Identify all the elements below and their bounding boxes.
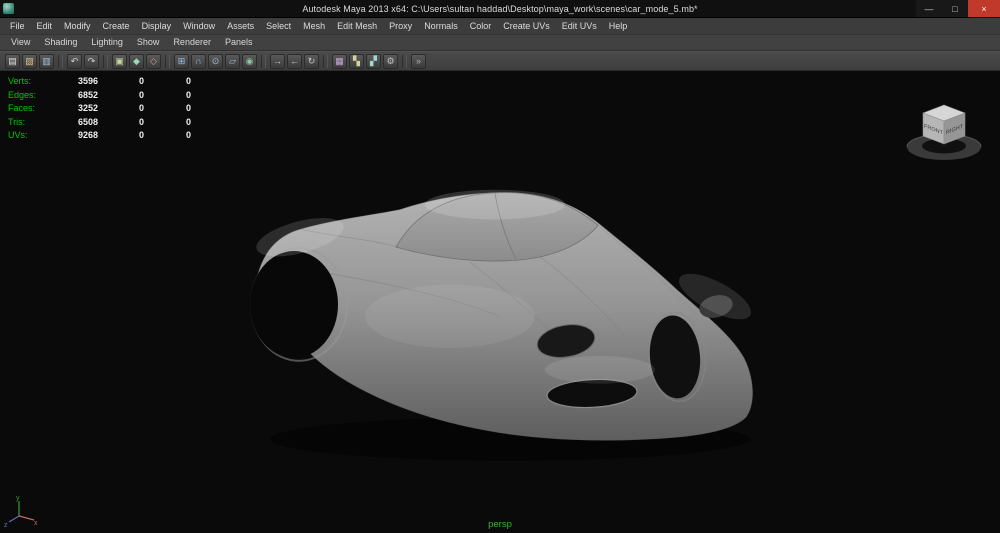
axis-x-label: x (34, 520, 38, 527)
hud-label-faces: Faces: (8, 102, 72, 116)
axis-y-label: y (16, 495, 20, 502)
menu-help[interactable]: Help (603, 18, 634, 34)
menu-select[interactable]: Select (260, 18, 297, 34)
hud-value: 0 (144, 129, 191, 143)
view-cube[interactable]: FRONT RIGHT (898, 89, 990, 171)
open-scene-icon[interactable]: ▨ (22, 54, 37, 69)
hud-value: 0 (144, 116, 191, 130)
minimize-button[interactable]: — (916, 0, 942, 17)
menu-assets[interactable]: Assets (221, 18, 260, 34)
axis-gizmo: y x z (4, 493, 40, 529)
open-render-view-icon[interactable]: ▦ (332, 54, 347, 69)
hud-label-tris: Tris: (8, 116, 72, 130)
rear-wheel-arch (250, 251, 338, 358)
hud-value: 0 (98, 129, 144, 143)
hud-value: 0 (144, 89, 191, 103)
axis-z-line (9, 516, 19, 522)
camera-label: persp (488, 519, 512, 530)
output-connections-icon[interactable]: ← (287, 54, 302, 69)
hud-value: 9268 (72, 129, 98, 143)
hud-value: 3252 (72, 102, 98, 116)
toolbar-separator (261, 55, 266, 68)
hud-value: 6852 (72, 89, 98, 103)
undo-icon[interactable]: ↶ (67, 54, 82, 69)
render-settings-icon[interactable]: ⚙ (383, 54, 398, 69)
hud-value: 0 (98, 89, 144, 103)
ipr-render-icon[interactable]: ▞ (366, 54, 381, 69)
hud-row-uvs: UVs: 9268 0 0 (8, 129, 191, 143)
toolbar-separator (103, 55, 108, 68)
hud-value: 0 (144, 75, 191, 89)
hud-label-verts: Verts: (8, 75, 72, 89)
panel-menu-shading[interactable]: Shading (37, 35, 84, 50)
hud-value: 0 (144, 102, 191, 116)
panel-menu-bar: ViewShadingLightingShowRendererPanels (0, 35, 1000, 51)
panel-menu-show[interactable]: Show (130, 35, 167, 50)
bumper-highlight (545, 356, 655, 384)
menu-file[interactable]: File (4, 18, 31, 34)
hud-value: 0 (98, 75, 144, 89)
hud-row-edges: Edges: 6852 0 0 (8, 89, 191, 103)
hud-row-faces: Faces: 3252 0 0 (8, 102, 191, 116)
maya-logo-icon (3, 3, 14, 14)
menu-edit-uvs[interactable]: Edit UVs (556, 18, 603, 34)
share-icon[interactable]: » (411, 54, 426, 69)
select-by-hierarchy-icon[interactable]: ▣ (112, 54, 127, 69)
render-current-frame-icon[interactable]: ▚ (349, 54, 364, 69)
window-title: Autodesk Maya 2013 x64: C:\Users\sultan … (302, 4, 697, 14)
redo-icon[interactable]: ↷ (84, 54, 99, 69)
snap-to-point-icon[interactable]: ⊙ (208, 54, 223, 69)
snap-to-grid-icon[interactable]: ⊞ (174, 54, 189, 69)
axis-x-line (19, 516, 34, 520)
hud-row-tris: Tris: 6508 0 0 (8, 116, 191, 130)
menu-display[interactable]: Display (136, 18, 178, 34)
menu-create[interactable]: Create (97, 18, 136, 34)
save-scene-icon[interactable]: ▥ (39, 54, 54, 69)
hud-value: 0 (98, 102, 144, 116)
panel-menu-renderer[interactable]: Renderer (166, 35, 218, 50)
close-button[interactable]: × (968, 0, 1000, 17)
menu-edit[interactable]: Edit (31, 18, 59, 34)
toolbar-separator (58, 55, 63, 68)
menu-normals[interactable]: Normals (418, 18, 464, 34)
menu-proxy[interactable]: Proxy (383, 18, 418, 34)
door-highlight (365, 285, 535, 348)
title-bar: Autodesk Maya 2013 x64: C:\Users\sultan … (0, 0, 1000, 18)
menu-edit-mesh[interactable]: Edit Mesh (331, 18, 383, 34)
maximize-button[interactable]: □ (942, 0, 968, 17)
hud-value: 3596 (72, 75, 98, 89)
panel-menu-panels[interactable]: Panels (218, 35, 260, 50)
hud-value: 0 (98, 116, 144, 130)
construction-history-icon[interactable]: ↻ (304, 54, 319, 69)
new-scene-icon[interactable]: ▤ (5, 54, 20, 69)
menu-color[interactable]: Color (464, 18, 498, 34)
status-line-toolbar: ▤▨▥ ↶↷ ▣◆◇ ⊞∩⊙▱◉ →←↻ ▦▚▞⚙ » (0, 51, 1000, 71)
snap-to-curve-icon[interactable]: ∩ (191, 54, 206, 69)
window-controls: — □ × (916, 0, 1000, 17)
axis-z-label: z (4, 522, 8, 529)
roof-highlight (425, 190, 565, 220)
toolbar-separator (323, 55, 328, 68)
toolbar-separator (402, 55, 407, 68)
select-by-object-icon[interactable]: ◆ (129, 54, 144, 69)
select-by-component-icon[interactable]: ◇ (146, 54, 161, 69)
main-menu-bar: FileEditModifyCreateDisplayWindowAssetsS… (0, 18, 1000, 35)
toolbar-separator (165, 55, 170, 68)
panel-menu-view[interactable]: View (4, 35, 37, 50)
menu-mesh[interactable]: Mesh (297, 18, 331, 34)
hud-row-verts: Verts: 3596 0 0 (8, 75, 191, 89)
panel-menu-lighting[interactable]: Lighting (84, 35, 130, 50)
hud-value: 6508 (72, 116, 98, 130)
perspective-viewport[interactable]: Verts: 3596 0 0 Edges: 6852 0 0 Faces: 3… (0, 71, 1000, 533)
input-connections-icon[interactable]: → (270, 54, 285, 69)
menu-window[interactable]: Window (177, 18, 221, 34)
make-live-icon[interactable]: ◉ (242, 54, 257, 69)
snap-to-plane-icon[interactable]: ▱ (225, 54, 240, 69)
maya-window: Autodesk Maya 2013 x64: C:\Users\sultan … (0, 0, 1000, 533)
menu-modify[interactable]: Modify (58, 18, 97, 34)
poly-count-hud: Verts: 3596 0 0 Edges: 6852 0 0 Faces: 3… (8, 75, 191, 143)
hud-label-edges: Edges: (8, 89, 72, 103)
menu-create-uvs[interactable]: Create UVs (497, 18, 556, 34)
hud-label-uvs: UVs: (8, 129, 72, 143)
